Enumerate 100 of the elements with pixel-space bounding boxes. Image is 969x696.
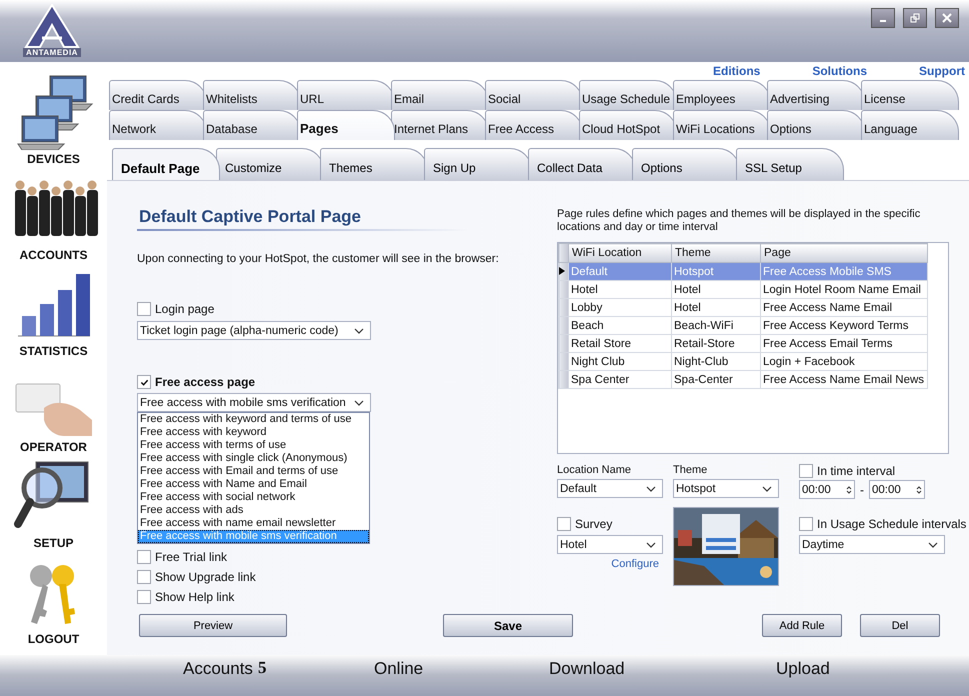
table-cell: Hotel (672, 298, 760, 316)
sidebar-label[interactable]: LOGOUT (28, 632, 80, 646)
column-header[interactable]: WiFi Location (568, 244, 672, 262)
dropdown[interactable]: Ticket login page (alpha-numeric code) (137, 321, 371, 340)
field-label: Location Name (557, 464, 632, 476)
minimize-icon (880, 20, 886, 22)
chevron-icon (928, 542, 938, 548)
restore-button[interactable] (903, 8, 927, 28)
table-cell: Beach-WiFi (672, 316, 760, 334)
table-cell: Default (568, 262, 672, 280)
chevron-icon (646, 542, 656, 548)
table-cell: Free Access Email Terms (760, 334, 928, 352)
close-button[interactable] (935, 8, 959, 28)
status-label: Accounts (183, 659, 253, 679)
dropdown-option[interactable]: Free access with ads (138, 504, 369, 517)
configure-link[interactable]: Configure (611, 558, 659, 570)
status-label: Download (549, 659, 625, 679)
spinner-icon (846, 484, 852, 494)
subtab[interactable]: Default Page (112, 148, 220, 180)
delete-button[interactable]: Del (860, 614, 940, 637)
subtab[interactable]: SSL Setup (736, 148, 844, 180)
dropdown-option[interactable]: Free access with Email and terms of use (138, 465, 369, 478)
checkbox[interactable] (137, 570, 151, 584)
table-cell: Hotel (568, 280, 672, 298)
dropdown-option[interactable]: Free access with name email newsletter (138, 517, 369, 530)
table-cell: Login Hotel Room Name Email (760, 280, 928, 298)
dropdown[interactable]: Daytime (799, 535, 945, 554)
table-cell: Free Access Name Email News (760, 370, 928, 388)
sidebar-label[interactable]: ACCOUNTS (20, 248, 88, 262)
dropdown-option[interactable]: Free access with social network (138, 491, 369, 504)
checkbox-label: Login page (155, 302, 214, 316)
checkbox[interactable] (137, 590, 151, 604)
time-field[interactable]: 00:00 (799, 480, 855, 499)
status-value: 5 (258, 658, 266, 678)
dropdown-option[interactable]: Free access with single click (Anonymous) (138, 452, 369, 465)
preview-button[interactable]: Preview (139, 614, 287, 637)
dropdown-option[interactable]: Free access with keyword and terms of use (138, 413, 369, 426)
dropdown[interactable]: Free access with mobile sms verification (137, 393, 371, 412)
sidebar-label[interactable]: DEVICES (27, 152, 80, 166)
table-cell: Beach (568, 316, 672, 334)
tab[interactable]: License (861, 80, 959, 110)
table-cell: Lobby (568, 298, 672, 316)
spinner-icon (916, 484, 922, 494)
rules-description: Page rules define which pages and themes will be displayed in the specific locations and day or time interval (557, 208, 922, 234)
save-button[interactable]: Save (443, 614, 573, 637)
time-field[interactable]: 00:00 (869, 480, 925, 499)
intro-text: Upon connecting to your HotSpot, the customer will see in the browser: (137, 253, 497, 265)
table-cell: Free Access Keyword Terms (760, 316, 928, 334)
checkbox-label: Survey (575, 517, 612, 531)
dropdown-option[interactable]: Free access with Name and Email (138, 478, 369, 491)
header-link[interactable]: Support (919, 62, 965, 80)
checkbox[interactable] (799, 517, 813, 531)
restore-icon (910, 13, 920, 23)
sidebar-label[interactable]: SETUP (33, 536, 74, 550)
checkbox[interactable] (799, 464, 813, 478)
dropdown[interactable]: Hotel (557, 535, 663, 554)
table-cell: Login + Facebook (760, 352, 928, 370)
separator-text: - (860, 482, 864, 496)
minimize-button[interactable] (871, 8, 895, 28)
table-cell: Retail Store (568, 334, 672, 352)
checkbox[interactable] (557, 517, 571, 531)
dropdown-option[interactable]: Free access with keyword (138, 426, 369, 439)
dropdown-option[interactable]: Free access with terms of use (138, 439, 369, 452)
table-cell: Night Club (568, 352, 672, 370)
field-label: Theme (673, 464, 708, 476)
dropdown[interactable]: Hotspot (673, 479, 779, 498)
header-link[interactable]: Solutions (812, 62, 867, 80)
checkbox-label: In Usage Schedule intervals (817, 517, 966, 531)
chevron-icon (646, 486, 656, 492)
table-cell: Hotel (672, 280, 760, 298)
row-header[interactable] (558, 262, 568, 280)
status-label: Upload (776, 659, 830, 679)
logo-icon (22, 4, 82, 48)
checkbox[interactable] (137, 550, 151, 564)
column-header[interactable]: Page (760, 244, 928, 262)
table-cell: Free Access Mobile SMS (760, 262, 928, 280)
sidebar-label[interactable]: STATISTICS (19, 344, 88, 358)
chevron-icon (762, 486, 772, 492)
checkbox[interactable] (137, 375, 151, 389)
table-cell: Retail-Store (672, 334, 760, 352)
column-header[interactable]: Theme (672, 244, 760, 262)
logo-text: ANTAMEDIA (23, 48, 81, 57)
checkmark-icon (140, 378, 148, 386)
table-cell: Night-Club (672, 352, 760, 370)
add-rule-button[interactable]: Add Rule (762, 614, 842, 637)
current-row-icon (559, 266, 565, 274)
header-link[interactable]: Editions (712, 62, 760, 80)
checkbox-label: Free access page (155, 375, 256, 389)
dropdown[interactable]: Default (557, 479, 663, 498)
tab[interactable]: Pages (297, 110, 395, 140)
status-label: Online (374, 659, 424, 679)
checkbox-label: In time interval (817, 464, 896, 478)
tab[interactable]: Language (861, 110, 959, 140)
checkbox-label: Free Trial link (155, 550, 228, 564)
table-cell: Hotspot (672, 262, 760, 280)
checkbox-label: Show Upgrade link (155, 570, 256, 584)
sidebar-label[interactable]: OPERATOR (20, 440, 87, 454)
checkbox[interactable] (137, 302, 151, 316)
close-icon (942, 13, 952, 23)
checkbox-label: Show Help link (155, 590, 234, 604)
